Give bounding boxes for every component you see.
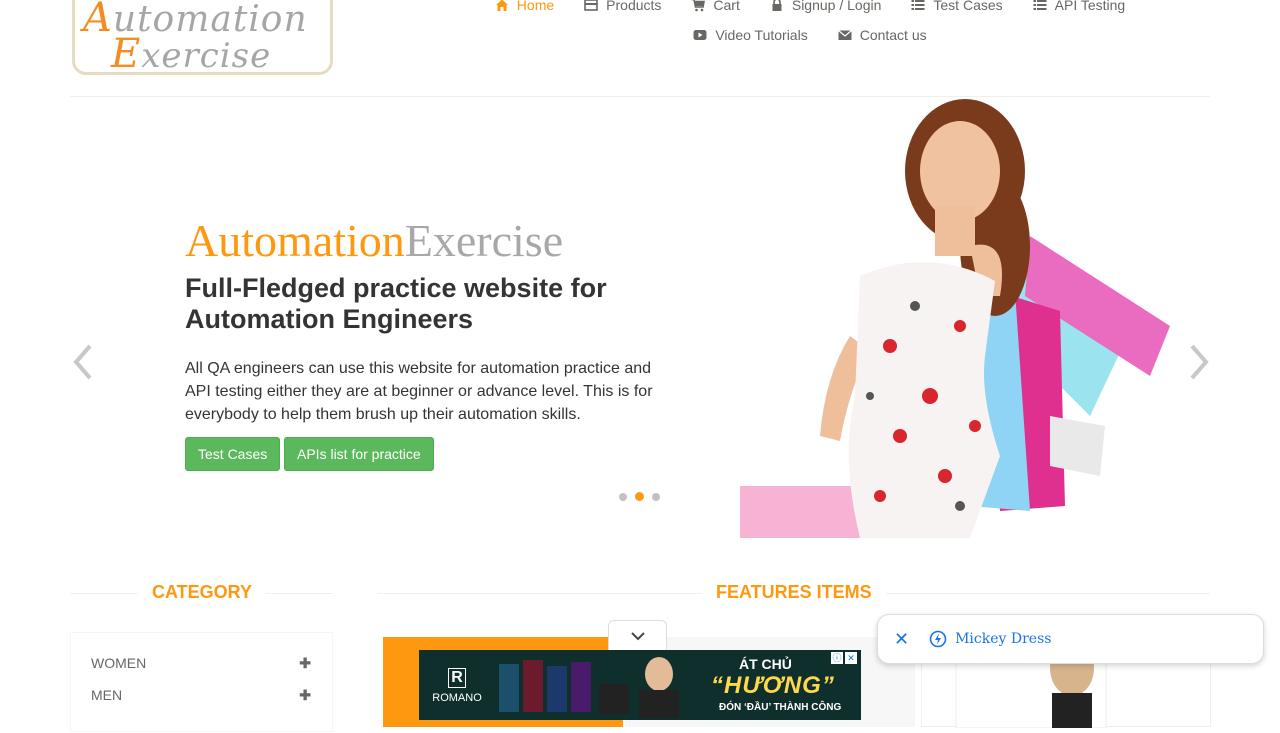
ad-headline: “HƯƠNG”	[711, 672, 835, 699]
plus-icon: ✚	[299, 687, 311, 703]
nav-video-tutorials[interactable]: Video Tutorials	[693, 25, 808, 45]
brand-automation: Automation	[185, 215, 405, 266]
nav-signup-label: Signup / Login	[791, 0, 882, 13]
suggestion-link[interactable]: Mickey Dress	[929, 630, 1051, 648]
romano-logo-icon: R	[448, 668, 466, 688]
list-icon	[911, 0, 925, 10]
main-nav: Home Products Cart Signup / Login Test C…	[470, 0, 1150, 55]
slider-next-arrow[interactable]	[1184, 342, 1214, 382]
nav-contact-us[interactable]: Contact us	[837, 25, 927, 45]
card-icon	[584, 0, 598, 11]
slider-indicators	[619, 492, 660, 501]
category-women[interactable]: WOMEN ✚	[91, 655, 311, 672]
ad-brand: R ROMANO	[427, 668, 487, 704]
nav-cart[interactable]: Cart	[691, 0, 740, 15]
envelope-icon	[837, 30, 852, 40]
category-title: CATEGORY	[138, 582, 267, 603]
category-men[interactable]: MEN ✚	[91, 687, 311, 704]
ad-products-image	[499, 657, 679, 718]
slider-brand: AutomationExercise	[185, 214, 563, 267]
suggestion-popup: ✕ Mickey Dress	[877, 614, 1264, 664]
nav-test-cases[interactable]: Test Cases	[911, 0, 1003, 15]
site-logo[interactable]: Automation Exercise	[72, 0, 333, 75]
suggestion-label: Mickey Dress	[955, 631, 1052, 647]
list-icon	[1033, 0, 1047, 10]
nav-api-testing-label: API Testing	[1054, 0, 1126, 13]
slider-prev-arrow[interactable]	[68, 342, 98, 382]
chevron-down-icon	[630, 631, 645, 640]
apis-list-button[interactable]: APIs list for practice	[284, 437, 434, 471]
cart-icon	[691, 0, 706, 12]
ad-close-icon[interactable]: ✕	[845, 652, 857, 664]
ad-info-icon[interactable]: ⓘ	[831, 652, 843, 664]
category-men-label: MEN	[91, 687, 123, 703]
ad-banner[interactable]: R ROMANO ÁT CHỦ “HƯƠNG” ĐÓN ‘ĐẦU’ THÀNH C…	[419, 650, 861, 720]
nav-video-label: Video Tutorials	[715, 27, 808, 43]
slider-dot[interactable]	[619, 492, 627, 501]
lightning-icon	[929, 630, 947, 648]
slider-dot-active[interactable]	[635, 492, 644, 501]
features-title: FEATURES ITEMS	[702, 582, 886, 603]
category-women-label: WOMEN	[91, 655, 147, 671]
home-icon	[495, 0, 508, 11]
nav-home[interactable]: Home	[495, 0, 554, 15]
test-cases-button[interactable]: Test Cases	[185, 437, 281, 471]
logo-cap-a: A	[83, 0, 113, 41]
logo-cap-e: E	[111, 31, 142, 75]
youtube-icon	[693, 30, 707, 40]
nav-signup-login[interactable]: Signup / Login	[770, 0, 882, 15]
nav-api-testing[interactable]: API Testing	[1033, 0, 1126, 15]
nav-products-label: Products	[606, 0, 662, 13]
lock-icon	[772, 0, 782, 11]
nav-home-label: Home	[516, 0, 555, 13]
ad-tagline: ĐÓN ‘ĐẦU’ THÀNH CÔNG	[719, 702, 842, 713]
logo-line2: xercise	[141, 36, 272, 75]
hero-girl-image	[740, 99, 1170, 538]
slider-dot[interactable]	[652, 492, 660, 501]
nav-test-cases-label: Test Cases	[933, 0, 1003, 13]
chevron-right-icon	[1190, 344, 1209, 380]
ad-collapse-button[interactable]	[608, 620, 667, 650]
brand-exercise: Exercise	[404, 215, 564, 266]
chevron-left-icon	[73, 344, 92, 380]
slider-description: All QA engineers can use this website fo…	[185, 360, 653, 423]
close-icon[interactable]: ✕	[894, 629, 909, 650]
nav-cart-label: Cart	[713, 0, 740, 13]
ad-controls: ⓘ ✕	[831, 652, 857, 664]
plus-icon: ✚	[299, 655, 311, 671]
ad-headline-small: ÁT CHỦ	[739, 656, 792, 672]
category-panel: WOMEN ✚ MEN ✚	[70, 632, 333, 732]
slider-headline: Full-Fledged practice website for Automa…	[185, 273, 607, 334]
nav-products[interactable]: Products	[584, 0, 661, 15]
ad-brand-label: ROMANO	[432, 692, 482, 704]
nav-contact-label: Contact us	[859, 27, 927, 43]
